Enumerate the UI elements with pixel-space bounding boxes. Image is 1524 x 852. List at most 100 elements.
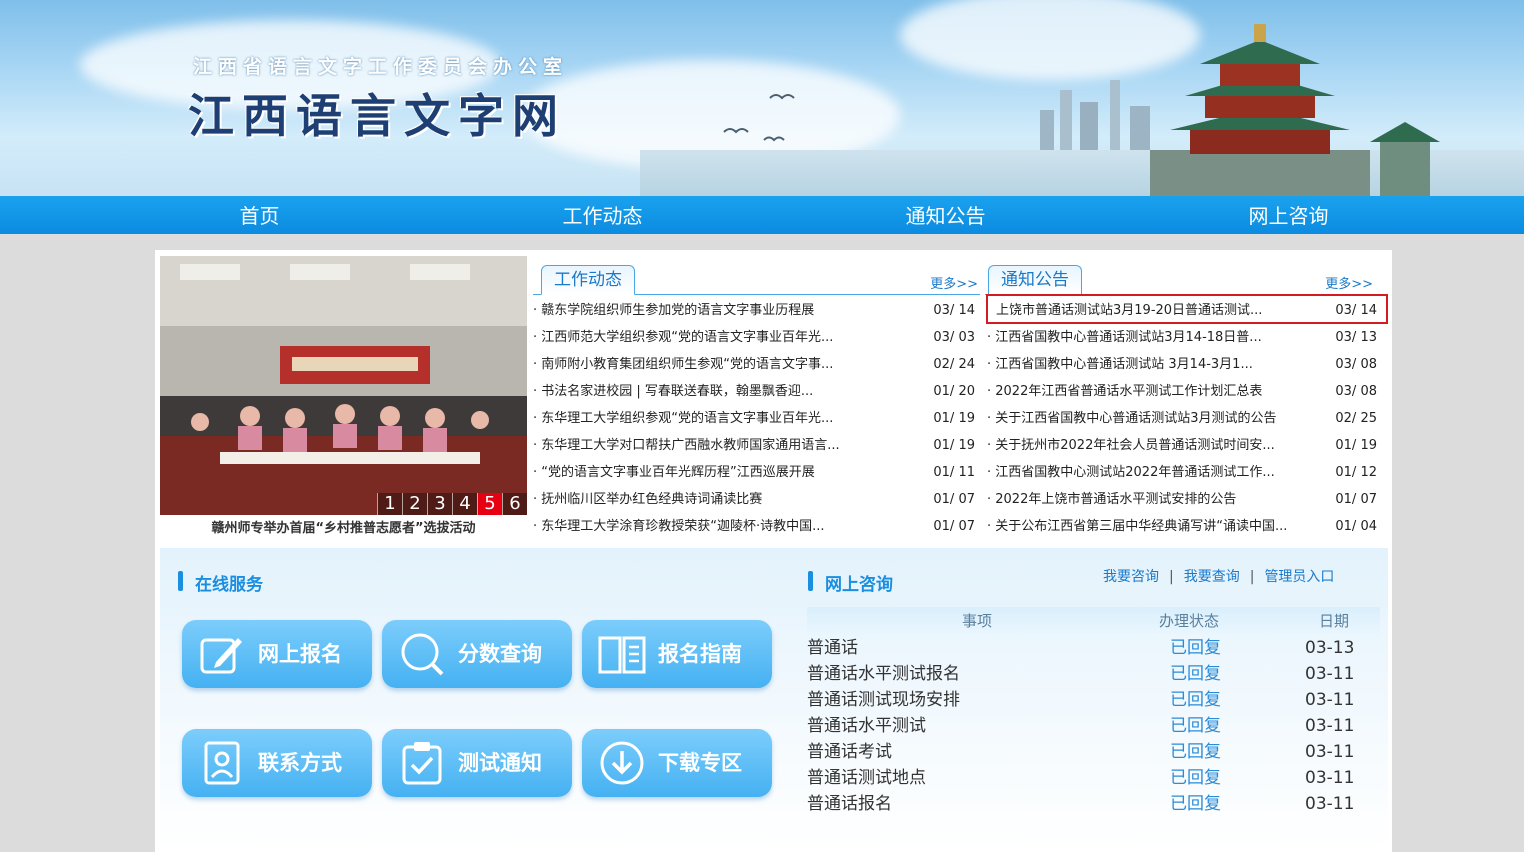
consult-table-row[interactable]: 普通话报名 已回复 03-11 xyxy=(807,791,1380,817)
news-list-item[interactable]: · 江西师范大学组织参观“党的语言文字事业百年光... 03/ 03 xyxy=(533,324,975,351)
online-registration-button[interactable]: 网上报名 xyxy=(182,620,372,688)
score-query-label: 分数查询 xyxy=(458,642,542,666)
news-list-item[interactable]: · 2022年上饶市普通话水平测试安排的公告 01/ 07 xyxy=(987,486,1377,513)
registration-guide-button[interactable]: 报名指南 xyxy=(582,620,772,688)
news-list-item[interactable]: · 南师附小教育集团组织师生参观“党的语言文字事... 02/ 24 xyxy=(533,351,975,378)
consult-status: 已回复 xyxy=(1170,716,1221,736)
tab-notices[interactable]: 通知公告 xyxy=(988,265,1082,295)
news-slideshow[interactable]: 1 2 3 4 5 6 xyxy=(160,256,527,515)
news-item-title[interactable]: · 南师附小教育集团组织师生参观“党的语言文字事... xyxy=(533,351,833,378)
news-item-title[interactable]: · 抚州临川区举办红色经典诗词诵读比赛 xyxy=(533,486,762,513)
link-separator: | xyxy=(1169,569,1174,585)
nav-item-work-news[interactable]: 工作动态 xyxy=(431,196,774,234)
consult-date: 03-11 xyxy=(1305,768,1355,788)
slideshow-caption[interactable]: 赣州师专举办首届“乡村推普志愿者”选拔活动 xyxy=(160,515,527,543)
pager-button-6[interactable]: 6 xyxy=(502,493,527,515)
news-item-date: 03/ 14 xyxy=(933,303,975,318)
news-list-item[interactable]: · 赣东学院组织师生参加党的语言文字事业历程展 03/ 14 xyxy=(533,297,975,324)
consult-item[interactable]: 普通话水平测试报名 xyxy=(807,661,960,687)
download-zone-button[interactable]: 下载专区 xyxy=(582,729,772,797)
consult-links: 我要咨询 | 我要查询 | 管理员入口 xyxy=(1103,566,1334,586)
site-subtitle: 江西省语言文字工作委员会办公室 xyxy=(193,56,569,78)
pager-button-1[interactable]: 1 xyxy=(377,493,402,515)
consult-table-row[interactable]: 普通话水平测试报名 已回复 03-11 xyxy=(807,661,1380,687)
news-item-title[interactable]: · 赣东学院组织师生参加党的语言文字事业历程展 xyxy=(533,297,814,324)
news-item-date: 01/ 04 xyxy=(1335,519,1377,534)
consult-item[interactable]: 普通话考试 xyxy=(807,739,892,765)
test-notice-button[interactable]: 测试通知 xyxy=(382,729,572,797)
query-link[interactable]: 我要查询 xyxy=(1184,569,1240,585)
news-item-title[interactable]: · 江西省国教中心测试站2022年普通话测试工作... xyxy=(987,459,1275,486)
news-item-title[interactable]: · 江西省国教中心普通话测试站 3月14-3月1... xyxy=(987,351,1253,378)
news-list-item[interactable]: · 抚州临川区举办红色经典诗词诵读比赛 01/ 07 xyxy=(533,486,975,513)
consult-item[interactable]: 普通话水平测试 xyxy=(807,713,926,739)
consult-table-row[interactable]: 普通话水平测试 已回复 03-11 xyxy=(807,713,1380,739)
news-item-title[interactable]: · “党的语言文字事业百年光辉历程”江西巡展开展 xyxy=(533,459,815,486)
news-list-item[interactable]: · 关于江西省国教中心普通话测试站3月测试的公告 02/ 25 xyxy=(987,405,1377,432)
news-item-title[interactable]: · 江西师范大学组织参观“党的语言文字事业百年光... xyxy=(533,324,833,351)
news-list-item[interactable]: · 关于公布江西省第三届中华经典诵写讲“诵读中国... 01/ 04 xyxy=(987,513,1377,540)
news-list-item[interactable]: · 东华理工大学组织参观“党的语言文字事业百年光... 01/ 19 xyxy=(533,405,975,432)
news-list-item[interactable]: · 关于抚州市2022年社会人员普通话测试时间安... 01/ 19 xyxy=(987,432,1377,459)
consult-status: 已回复 xyxy=(1170,794,1221,814)
news-list-item[interactable]: · “党的语言文字事业百年光辉历程”江西巡展开展 01/ 11 xyxy=(533,459,975,486)
news-item-title[interactable]: · 东华理工大学对口帮扶广西融水教师国家通用语言... xyxy=(533,432,840,459)
news-item-date: 01/ 11 xyxy=(933,465,975,480)
news-item-date: 01/ 19 xyxy=(1335,438,1377,453)
nav-item-consult[interactable]: 网上咨询 xyxy=(1117,196,1460,234)
news-item-date: 03/ 03 xyxy=(933,330,975,345)
score-query-button[interactable]: 分数查询 xyxy=(382,620,572,688)
news-list-item[interactable]: · 江西省国教中心测试站2022年普通话测试工作... 01/ 12 xyxy=(987,459,1377,486)
consult-status: 已回复 xyxy=(1170,638,1221,658)
notices-more-link[interactable]: 更多>> xyxy=(1325,273,1373,292)
main-nav: 首页 工作动态 通知公告 网上咨询 xyxy=(0,196,1524,234)
news-list-item[interactable]: · 2022年江西省普通话水平测试工作计划汇总表 03/ 08 xyxy=(987,378,1377,405)
pager-button-4[interactable]: 4 xyxy=(452,493,477,515)
consult-table-row[interactable]: 普通话考试 已回复 03-11 xyxy=(807,739,1380,765)
news-list-item[interactable]: · 江西省国教中心普通话测试站3月14-18日普... 03/ 13 xyxy=(987,324,1377,351)
pager-button-3[interactable]: 3 xyxy=(427,493,452,515)
work-news-more-link[interactable]: 更多>> xyxy=(930,273,978,292)
ask-question-link[interactable]: 我要咨询 xyxy=(1103,569,1159,585)
news-item-title[interactable]: · 东华理工大学涂育珍教授荣获“迦陵杯·诗教中国... xyxy=(533,513,825,540)
online-service-title: 在线服务 xyxy=(195,575,263,595)
news-item-title[interactable]: · 关于抚州市2022年社会人员普通话测试时间安... xyxy=(987,432,1275,459)
nav-item-notices[interactable]: 通知公告 xyxy=(774,196,1117,234)
news-item-date: 03/ 08 xyxy=(1335,357,1377,372)
consult-table-header: 事项 办理状态 日期 xyxy=(807,607,1380,635)
clipboard-check-icon xyxy=(402,742,442,785)
consult-table-row[interactable]: 普通话 已回复 03-13 xyxy=(807,635,1380,661)
consult-date: 03-11 xyxy=(1305,690,1355,710)
news-item-title[interactable]: · 东华理工大学组织参观“党的语言文字事业百年光... xyxy=(533,405,833,432)
download-icon xyxy=(600,741,644,785)
news-item-title[interactable]: · 江西省国教中心普通话测试站3月14-18日普... xyxy=(987,324,1262,351)
news-item-date: 01/ 07 xyxy=(1335,492,1377,507)
consult-table-row[interactable]: 普通话测试现场安排 已回复 03-11 xyxy=(807,687,1380,713)
consult-item[interactable]: 普通话测试地点 xyxy=(807,765,926,791)
news-list-item[interactable]: · 书法名家进校园 | 写春联送春联，翰墨飘香迎... 01/ 20 xyxy=(533,378,975,405)
pager-button-5[interactable]: 5 xyxy=(477,493,502,515)
search-icon xyxy=(401,633,444,676)
consult-status: 已回复 xyxy=(1170,768,1221,788)
pager-button-2[interactable]: 2 xyxy=(402,493,427,515)
consult-item[interactable]: 普通话报名 xyxy=(807,791,892,817)
news-item-title[interactable]: · 关于江西省国教中心普通话测试站3月测试的公告 xyxy=(987,405,1277,432)
news-item-title[interactable]: · 2022年江西省普通话水平测试工作计划汇总表 xyxy=(987,378,1262,405)
tab-work-news[interactable]: 工作动态 xyxy=(541,265,635,295)
news-item-date: 01/ 07 xyxy=(933,492,975,507)
consult-item[interactable]: 普通话 xyxy=(807,635,858,661)
news-item-title[interactable]: · 2022年上饶市普通话水平测试安排的公告 xyxy=(987,486,1236,513)
registration-guide-label: 报名指南 xyxy=(658,642,742,666)
news-list-item[interactable]: · 江西省国教中心普通话测试站 3月14-3月1... 03/ 08 xyxy=(987,351,1377,378)
contact-info-button[interactable]: 联系方式 xyxy=(182,729,372,797)
news-list-item[interactable]: · 东华理工大学涂育珍教授荣获“迦陵杯·诗教中国... 01/ 07 xyxy=(533,513,975,540)
consult-table-row[interactable]: 普通话测试地点 已回复 03-11 xyxy=(807,765,1380,791)
consult-item[interactable]: 普通话测试现场安排 xyxy=(807,687,960,713)
admin-login-link[interactable]: 管理员入口 xyxy=(1264,569,1334,585)
news-list-item[interactable]: · 东华理工大学对口帮扶广西融水教师国家通用语言... 01/ 19 xyxy=(533,432,975,459)
news-item-title[interactable]: · 关于公布江西省第三届中华经典诵写讲“诵读中国... xyxy=(987,513,1287,540)
nav-item-home[interactable]: 首页 xyxy=(88,196,431,234)
news-item-date: 01/ 19 xyxy=(933,411,975,426)
news-item-title[interactable]: · 书法名家进校园 | 写春联送春联，翰墨飘香迎... xyxy=(533,378,813,405)
consult-status: 已回复 xyxy=(1170,742,1221,762)
